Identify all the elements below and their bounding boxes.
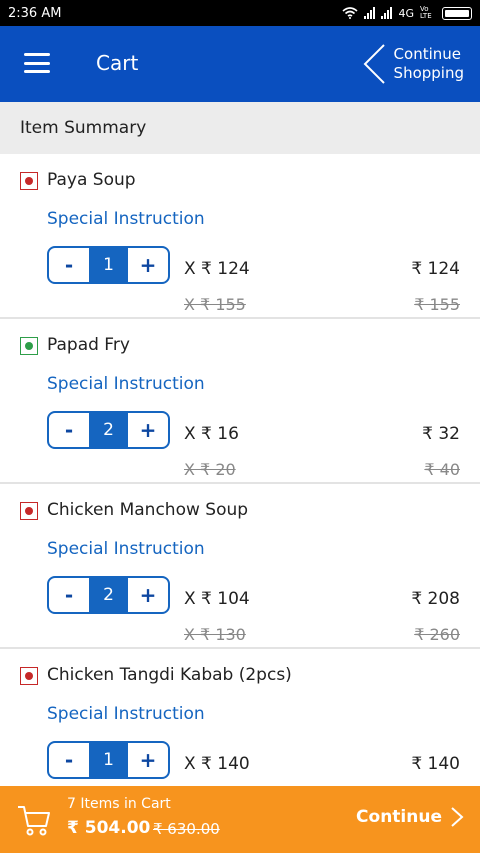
page-title: Cart [96,51,139,75]
increase-button[interactable]: + [128,248,168,282]
line-total: ₹ 32 [422,424,460,444]
continue-shopping-label: Continue Shopping [394,45,464,83]
quantity-value: 2 [89,413,128,447]
wifi-icon [342,7,358,19]
hamburger-icon[interactable] [24,53,50,73]
volte-badge: Vo LTE [420,5,432,20]
continue-label: Continue [356,807,442,827]
decrease-button[interactable]: - [49,743,89,777]
special-instruction-link[interactable]: Special Instruction [47,374,205,394]
cart-icon [18,806,50,836]
quantity-stepper: - 2 + [47,576,170,614]
status-icons: 4G Vo LTE [342,6,472,20]
item-name: Chicken Manchow Soup [47,500,249,520]
special-instruction-link[interactable]: Special Instruction [47,539,205,559]
quantity-stepper: - 1 + [47,246,170,284]
nonveg-indicator-icon [20,667,38,685]
quantity-value: 2 [89,578,128,612]
continue-button[interactable]: Continue [356,806,464,828]
increase-button[interactable]: + [128,413,168,447]
chevron-right-icon [451,807,464,827]
continue-shopping-line2: Shopping [393,64,464,82]
line-total: ₹ 124 [411,259,460,279]
nonveg-indicator-icon [20,502,38,520]
chevron-left-icon [363,44,385,84]
status-bar: 2:36 AM 4G Vo LTE [0,0,480,26]
item-summary-header: Item Summary [0,102,480,154]
unit-price: X ₹ 124 [184,259,250,279]
original-unit-price: X ₹ 130 [184,625,246,644]
app-bar: Cart Continue Shopping [0,26,480,102]
cart-original-total: ₹ 630.00 [153,820,220,838]
status-time: 2:36 AM [8,5,62,21]
unit-price: X ₹ 140 [184,754,250,774]
special-instruction-link[interactable]: Special Instruction [47,209,205,229]
cart-items-list[interactable]: Paya Soup Special Instruction - 1 + X ₹ … [0,154,480,786]
item-name: Paya Soup [47,170,136,190]
battery-icon [442,6,472,20]
item-name: Papad Fry [47,335,130,355]
cart-item: Chicken Manchow Soup Special Instruction… [0,484,480,649]
special-instruction-link[interactable]: Special Instruction [47,704,205,724]
cart-total: ₹ 504.00 [67,818,151,838]
cart-footer: 7 Items in Cart ₹ 504.00 ₹ 630.00 Contin… [0,786,480,853]
veg-indicator-icon [20,337,38,355]
line-total: ₹ 140 [411,754,460,774]
increase-button[interactable]: + [128,578,168,612]
cart-item-count: 7 Items in Cart [67,796,171,812]
original-line-total: ₹ 260 [414,625,460,644]
decrease-button[interactable]: - [49,578,89,612]
unit-price: X ₹ 16 [184,424,239,444]
unit-price: X ₹ 104 [184,589,250,609]
quantity-stepper: - 2 + [47,411,170,449]
quantity-value: 1 [89,743,128,777]
signal-icon-2 [381,7,393,19]
cart-item: Papad Fry Special Instruction - 2 + X ₹ … [0,319,480,484]
original-unit-price: X ₹ 20 [184,460,236,479]
cart-item: Paya Soup Special Instruction - 1 + X ₹ … [0,154,480,319]
signal-icon [364,7,376,19]
nonveg-indicator-icon [20,172,38,190]
cart-item: Chicken Tangdi Kabab (2pcs) Special Inst… [0,649,480,786]
continue-shopping-line1: Continue [393,45,461,63]
quantity-value: 1 [89,248,128,282]
network-type: 4G [398,6,414,20]
continue-shopping-button[interactable]: Continue Shopping [360,40,464,88]
original-unit-price: X ₹ 155 [184,295,246,314]
item-name: Chicken Tangdi Kabab (2pcs) [47,665,292,685]
line-total: ₹ 208 [411,589,460,609]
original-line-total: ₹ 40 [424,460,460,479]
decrease-button[interactable]: - [49,413,89,447]
original-line-total: ₹ 155 [414,295,460,314]
increase-button[interactable]: + [128,743,168,777]
quantity-stepper: - 1 + [47,741,170,779]
decrease-button[interactable]: - [49,248,89,282]
